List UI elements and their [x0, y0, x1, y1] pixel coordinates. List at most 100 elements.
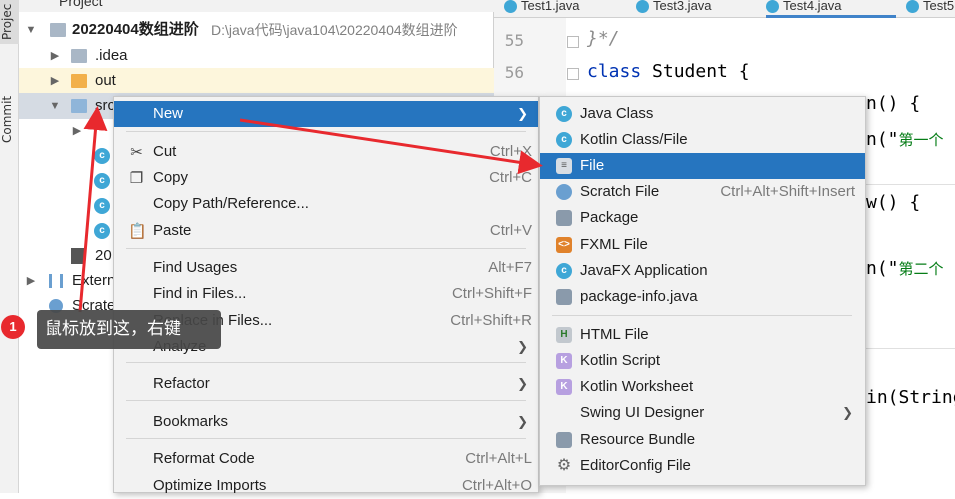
- chevron-right-icon: ❯: [517, 376, 528, 391]
- step-badge: 1: [1, 315, 25, 339]
- annotation-tooltip: 鼠标放到这，右键: [37, 310, 221, 349]
- java-class-icon: [906, 0, 919, 13]
- menu-item-find-usages[interactable]: Find Usages Alt+F7: [114, 255, 538, 281]
- chevron-right-icon[interactable]: ▶: [25, 268, 37, 294]
- tree-row-idea[interactable]: ▶ .idea: [19, 43, 494, 69]
- tab-test1[interactable]: Test1.java: [504, 0, 624, 18]
- submenu-item-scratch-file[interactable]: Scratch File Ctrl+Alt+Shift+Insert: [540, 179, 865, 205]
- tab-test3[interactable]: Test3.java: [636, 0, 756, 18]
- tab-test4[interactable]: Test4.java: [766, 0, 896, 18]
- project-tool-tab[interactable]: Projec: [0, 0, 19, 44]
- package-icon: [556, 210, 572, 226]
- chevron-right-icon[interactable]: ▶: [49, 43, 61, 69]
- code-line-56[interactable]: class Student {: [587, 61, 750, 82]
- chevron-down-icon[interactable]: ▼: [25, 17, 37, 43]
- scissors-icon: ✂: [130, 144, 143, 161]
- menu-item-paste[interactable]: 📋 Paste Ctrl+V: [114, 218, 538, 244]
- chevron-right-icon[interactable]: ▶: [49, 68, 61, 94]
- chevron-right-icon: ❯: [517, 106, 528, 121]
- chevron-down-icon[interactable]: ▼: [49, 93, 61, 119]
- chevron-right-icon[interactable]: ▶: [71, 118, 83, 144]
- menu-separator: [552, 315, 852, 316]
- submenu-item-editorconfig-file[interactable]: ⚙ EditorConfig File: [540, 453, 865, 479]
- module-folder-icon: [50, 23, 66, 37]
- menu-item-new[interactable]: New ❯: [114, 101, 538, 127]
- code-fragment[interactable]: n() {: [866, 93, 920, 114]
- submenu-item-javafx-application[interactable]: c JavaFX Application: [540, 258, 865, 284]
- copy-icon: ❐: [129, 170, 144, 187]
- new-submenu: c Java Class c Kotlin Class/File ≡ File …: [539, 96, 866, 486]
- submenu-item-html-file[interactable]: H HTML File: [540, 322, 865, 348]
- java-class-icon: [636, 0, 649, 13]
- menu-item-copy-path[interactable]: Copy Path/Reference...: [114, 191, 538, 217]
- panel-title[interactable]: Project: [59, 0, 103, 9]
- tree-module-path: D:\java代码\java104\20220404数组进阶: [211, 22, 458, 38]
- library-icon: [49, 274, 63, 288]
- code-line-55[interactable]: }*/: [587, 28, 620, 49]
- file-icon: ≡: [556, 158, 572, 174]
- menu-item-reformat-code[interactable]: Reformat Code Ctrl+Alt+L: [114, 446, 538, 472]
- menu-separator: [126, 362, 526, 363]
- javafx-icon: c: [556, 263, 572, 279]
- java-class-icon: c: [94, 198, 110, 214]
- kotlin-script-icon: K: [556, 353, 572, 369]
- kotlin-class-icon: c: [556, 132, 572, 148]
- scratch-file-icon: [556, 184, 572, 200]
- left-tool-strip: Projec Commit: [0, 0, 19, 493]
- submenu-item-java-class[interactable]: c Java Class: [540, 101, 865, 127]
- resource-bundle-icon: [556, 432, 572, 448]
- submenu-item-kotlin-class[interactable]: c Kotlin Class/File: [540, 127, 865, 153]
- code-fragment[interactable]: w() {: [866, 192, 920, 213]
- tree-label-out: out: [95, 72, 116, 89]
- tree-label-iml: 20: [95, 247, 112, 264]
- method-separator: [866, 348, 955, 349]
- source-folder-icon: [71, 99, 87, 113]
- menu-item-refactor[interactable]: Refactor ❯: [114, 371, 538, 397]
- submenu-item-kotlin-script[interactable]: K Kotlin Script: [540, 348, 865, 374]
- chevron-right-icon: ❯: [517, 339, 528, 354]
- tree-label-external: Extern: [72, 272, 116, 289]
- kotlin-worksheet-icon: K: [556, 379, 572, 395]
- line-number: 55: [504, 31, 524, 50]
- code-fragment[interactable]: n("第一个: [866, 129, 944, 150]
- menu-item-find-in-files[interactable]: Find in Files... Ctrl+Shift+F: [114, 281, 538, 307]
- tree-row-out[interactable]: ▶ out: [19, 68, 494, 94]
- iml-file-icon: [71, 248, 84, 264]
- menu-item-cut[interactable]: ✂ Cut Ctrl+X: [114, 139, 538, 165]
- submenu-item-fxml-file[interactable]: <> FXML File: [540, 232, 865, 258]
- java-class-icon: c: [556, 106, 572, 122]
- fold-icon[interactable]: [567, 36, 579, 48]
- chevron-right-icon: ❯: [517, 414, 528, 429]
- submenu-item-package[interactable]: Package: [540, 205, 865, 231]
- submenu-item-kotlin-worksheet[interactable]: K Kotlin Worksheet: [540, 374, 865, 400]
- submenu-item-package-info[interactable]: package-info.java: [540, 284, 865, 310]
- commit-tool-tab[interactable]: Commit: [0, 84, 19, 154]
- fold-icon[interactable]: [567, 68, 579, 80]
- code-fragment[interactable]: n("第二个: [866, 258, 944, 279]
- submenu-item-resource-bundle[interactable]: Resource Bundle: [540, 427, 865, 453]
- code-fragment[interactable]: in(String: [866, 387, 955, 408]
- java-class-icon: c: [94, 223, 110, 239]
- menu-separator: [126, 438, 526, 439]
- tab-test5[interactable]: Test5: [906, 0, 955, 18]
- line-number: 56: [504, 63, 524, 82]
- menu-item-bookmarks[interactable]: Bookmarks ❯: [114, 409, 538, 435]
- project-panel-header: Project: [19, 0, 494, 12]
- tree-row-module[interactable]: ▼ 20220404数组进阶 D:\java代码\java104\2022040…: [19, 17, 494, 43]
- tree-label-idea: .idea: [95, 47, 128, 64]
- context-menu: New ❯ ✂ Cut Ctrl+X ❐ Copy Ctrl+C Copy Pa…: [113, 96, 539, 494]
- tree-label-src: src: [95, 97, 115, 114]
- folder-icon: [71, 49, 87, 63]
- submenu-item-file[interactable]: ≡ File: [540, 153, 865, 179]
- excluded-folder-icon: [71, 74, 87, 88]
- html-file-icon: H: [556, 327, 572, 343]
- java-class-icon: c: [94, 173, 110, 189]
- menu-separator: [126, 400, 526, 401]
- java-class-icon: c: [94, 148, 110, 164]
- gear-icon: ⚙: [556, 457, 572, 474]
- fxml-file-icon: <>: [556, 237, 572, 253]
- menu-item-copy[interactable]: ❐ Copy Ctrl+C: [114, 165, 538, 191]
- java-class-icon: [504, 0, 517, 13]
- menu-item-optimize-imports[interactable]: Optimize Imports Ctrl+Alt+O: [114, 473, 538, 499]
- submenu-item-swing-ui-designer[interactable]: Swing UI Designer ❯: [540, 400, 865, 426]
